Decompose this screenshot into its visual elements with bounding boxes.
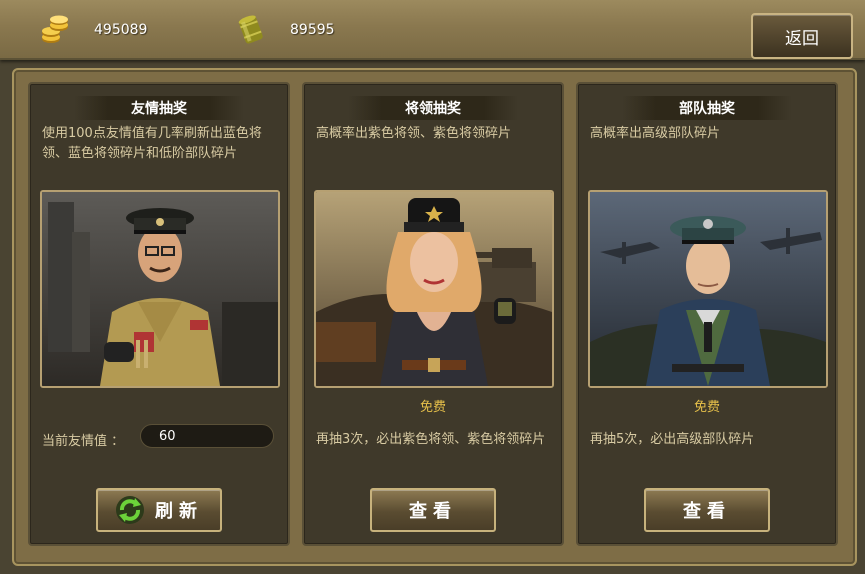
friendship-label: 当前友情值 ： bbox=[42, 434, 125, 449]
top-bar: 495089 89595 返回 bbox=[0, 0, 865, 60]
free-label: 免费 bbox=[693, 400, 720, 415]
refresh-button-label: 刷新 bbox=[155, 501, 203, 522]
pity-note: 再抽5次，必出高级部队碎片 bbox=[590, 432, 755, 447]
panel-description: 高概率出高级部队碎片 bbox=[590, 126, 721, 141]
fuel-amount: 89595 bbox=[290, 22, 335, 38]
refresh-icon bbox=[115, 495, 145, 525]
gold-currency: 495089 bbox=[40, 14, 147, 46]
friendship-value-field: 60 bbox=[140, 424, 274, 448]
refresh-button[interactable]: 刷新 bbox=[96, 488, 222, 532]
gold-amount: 495089 bbox=[94, 22, 148, 38]
view-troop-button[interactable]: 查看 bbox=[644, 488, 770, 532]
panel-description: 高概率出紫色将领、紫色将领碎片 bbox=[316, 126, 512, 141]
gold-coins-icon bbox=[40, 15, 70, 45]
fuel-currency: 89595 bbox=[236, 14, 335, 46]
free-label: 免费 bbox=[419, 400, 446, 415]
general-portrait bbox=[314, 190, 554, 388]
panel-title: 部队抽奖 bbox=[622, 96, 792, 120]
officer-portrait bbox=[40, 190, 280, 388]
fuel-barrel-icon bbox=[236, 14, 266, 46]
view-general-button[interactable]: 查看 bbox=[370, 488, 496, 532]
troop-draw-panel: 部队抽奖 高概率出高级部队碎片 免费 再抽5次，必出高级部队碎片 查看 bbox=[576, 82, 838, 546]
panel-title: 友情抽奖 bbox=[74, 96, 244, 120]
pity-note: 再抽3次，必出紫色将领、紫色将领碎片 bbox=[316, 432, 546, 447]
panel-title: 将领抽奖 bbox=[348, 96, 518, 120]
pilot-portrait bbox=[588, 190, 828, 388]
general-draw-panel: 将领抽奖 高概率出紫色将领、紫色将领碎片 免费 再抽3次，必出紫色将领、紫色将领… bbox=[302, 82, 564, 546]
panel-description: 使用100点友情值有几率刷新出蓝色将领、蓝色将领碎片和低阶部队碎片 bbox=[42, 126, 262, 161]
friendship-draw-panel: 友情抽奖 使用100点友情值有几率刷新出蓝色将领、蓝色将领碎片和低阶部队碎片 当… bbox=[28, 82, 290, 546]
back-button[interactable]: 返回 bbox=[751, 13, 853, 59]
